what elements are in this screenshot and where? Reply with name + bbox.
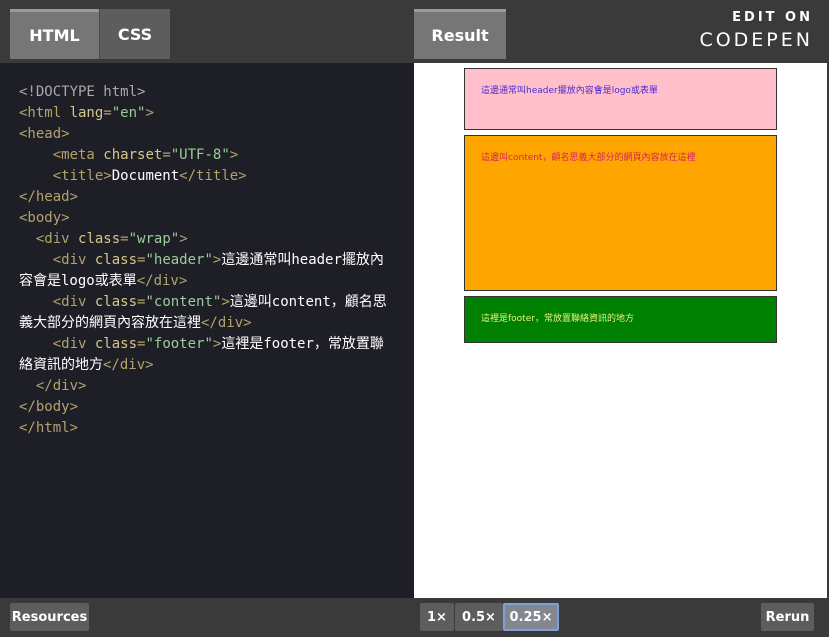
code-line: <body> (19, 208, 394, 229)
code-token: <div (52, 336, 95, 352)
code-token: </div> (103, 357, 154, 373)
bottom-bar: Resources 1× 0.5× 0.25× Rerun (0, 598, 829, 637)
code-token: Document (111, 168, 180, 184)
code-token: </div> (136, 273, 188, 289)
code-token: </body> (19, 399, 79, 415)
code-line: <div class="header">這邊通常叫header擺放內容會是log… (19, 250, 394, 292)
code-token: <head> (19, 126, 70, 142)
code-token: <title> (52, 168, 112, 184)
preview-content-box: 這邊叫content，顧名思義大部分的網頁內容放在這裡 (464, 135, 777, 291)
code-token: <div (35, 231, 79, 247)
code-token: </title> (179, 168, 247, 184)
code-token: <div (52, 252, 95, 268)
code-line: <html lang="en"> (19, 103, 394, 124)
code-line: </html> (19, 418, 394, 439)
code-token: </head> (19, 189, 79, 205)
code-line: </div> (19, 376, 394, 397)
code-token: <!DOCTYPE html> (19, 84, 146, 100)
code-token: </html> (19, 420, 79, 436)
code-token: class (94, 294, 138, 310)
code-token: <meta (52, 147, 104, 163)
code-token: > (221, 294, 230, 310)
code-line: <!DOCTYPE html> (19, 82, 394, 103)
code-line: </head> (19, 187, 394, 208)
code-token: "UTF-8" (170, 147, 230, 163)
preview-header-box: 這邊通常叫header擺放內容會是logo或表單 (464, 68, 777, 130)
code-token: "content" (145, 294, 222, 310)
rerun-button[interactable]: Rerun (761, 603, 814, 631)
preview-content-text: 這邊叫content，顧名思義大部分的網頁內容放在這裡 (481, 153, 696, 163)
code-token: <div (52, 294, 95, 310)
zoom-0.25x-button[interactable]: 0.25× (503, 603, 559, 631)
codepen-logo: CODEPEN (683, 29, 813, 51)
code-line: <div class="wrap"> (19, 229, 394, 250)
code-token: > (145, 105, 154, 121)
code-token: = (103, 105, 112, 121)
preview-header-text: 這邊通常叫header擺放內容會是logo或表單 (481, 86, 658, 96)
zoom-1x-button[interactable]: 1× (420, 603, 454, 631)
preview-footer-text: 這裡是footer，常放置聯絡資訊的地方 (481, 314, 634, 324)
result-preview: 這邊通常叫header擺放內容會是logo或表單 這邊叫content，顧名思義… (414, 63, 828, 598)
code-line: <title>Document</title> (19, 166, 394, 187)
code-token: = (162, 147, 171, 163)
code-token: = (120, 231, 129, 247)
zoom-0.5x-button[interactable]: 0.5× (455, 603, 503, 631)
resources-button[interactable]: Resources (10, 603, 89, 631)
code-line: <head> (19, 124, 394, 145)
code-token: > (229, 147, 239, 163)
tab-result[interactable]: Result (414, 9, 506, 59)
code-token: class (94, 252, 138, 268)
code-token: class (78, 231, 121, 247)
codepen-wordmark: CODEPEN (699, 29, 813, 51)
edit-on-codepen-link[interactable]: EDIT ON CODEPEN (683, 10, 813, 51)
code-line: </body> (19, 397, 394, 418)
code-token: lang (69, 105, 104, 121)
code-line: <meta charset="UTF-8"> (19, 145, 394, 166)
top-bar: HTML CSS Result EDIT ON CODEPEN (0, 0, 829, 63)
code-line: <div class="content">這邊叫content，顧名思義大部分的… (19, 292, 394, 334)
preview-footer-box: 這裡是footer，常放置聯絡資訊的地方 (464, 296, 777, 343)
code-token: charset (103, 147, 163, 163)
code-token: "footer" (145, 336, 213, 352)
code-token: "wrap" (128, 231, 180, 247)
code-token: class (94, 336, 138, 352)
code-token: "en" (111, 105, 146, 121)
code-token: </div> (201, 315, 252, 331)
code-token: "header" (145, 252, 213, 268)
code-token: <body> (19, 210, 70, 226)
tab-css[interactable]: CSS (99, 9, 170, 59)
code-line: <div class="footer">這裡是footer，常放置聯絡資訊的地方… (19, 334, 394, 376)
html-code-editor[interactable]: <!DOCTYPE html> <html lang="en"> <head> <m… (0, 63, 414, 598)
code-token: > (179, 231, 188, 247)
code-token: </div> (35, 378, 87, 394)
code-token: <html (19, 105, 70, 121)
tab-html[interactable]: HTML (10, 9, 99, 59)
edit-on-label: EDIT ON (732, 10, 813, 25)
